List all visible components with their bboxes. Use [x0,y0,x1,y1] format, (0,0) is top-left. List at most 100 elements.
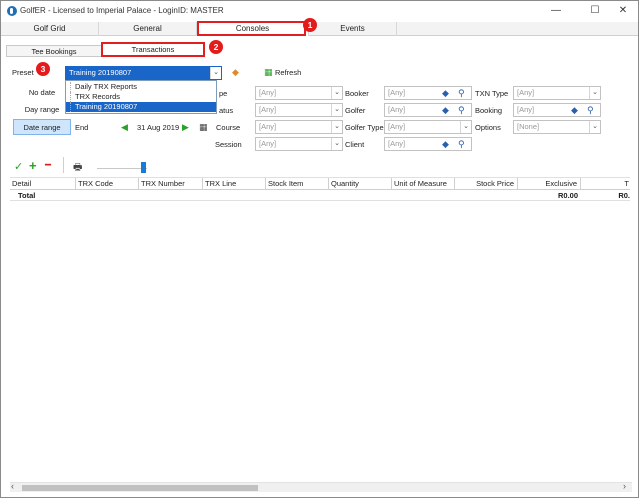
table-row[interactable]: Total R0.00 R0. [10,190,630,201]
search-icon[interactable]: ⚲ [587,104,594,116]
preset-select[interactable]: Training 20190807 ⌄ [65,66,222,80]
check-icon[interactable]: ✓ [14,160,23,173]
preset-select-value: Training 20190807 [69,68,132,77]
consoles-highlight [197,21,306,36]
column-header[interactable]: Quantity [329,178,392,190]
chevron-down-icon[interactable]: ⌄ [210,67,221,79]
eraser-icon[interactable]: ◆ [571,104,578,116]
booker-label: Booker [345,89,369,98]
refresh-button[interactable]: Refresh [275,68,301,77]
golfer-value: [Any] [388,105,406,114]
chevron-down-icon[interactable]: ⌄ [331,104,342,116]
arrow-left-icon[interactable]: ◀ [121,121,128,133]
app-logo-icon [7,6,17,16]
search-icon[interactable]: ⚲ [458,104,465,116]
end-date-value[interactable]: 31 Aug 2019 [137,123,179,132]
tab-general[interactable]: General [99,22,197,36]
chevron-down-icon[interactable]: ⌄ [589,121,600,133]
print-icon[interactable]: 🖶 [73,160,82,177]
chevron-down-icon[interactable]: ⌄ [331,138,342,150]
step-badge-3: 3 [36,62,50,76]
scrollbar-thumb[interactable] [22,485,258,491]
tab-golf-grid[interactable]: Golf Grid [1,22,99,36]
date-range-button[interactable]: Date range [13,119,71,135]
toolbar-divider [63,157,64,173]
step-badge-2: 2 [209,40,223,54]
status-select-value: [Any] [259,105,277,114]
scroll-left-icon[interactable]: ‹ [11,481,14,491]
client-value: [Any] [388,139,406,148]
scroll-right-icon[interactable]: › [623,481,626,491]
column-header[interactable]: Unit of Measure [392,178,455,190]
main-tab-bar: Golf Grid General Consoles Events [1,22,638,36]
options-label: Options [475,123,501,132]
total-last-column: R0. [618,191,630,200]
options-select[interactable]: [None] ⌄ [513,120,601,134]
eraser-icon[interactable]: ◆ [442,87,449,99]
preset-dropdown-list: Daily TRX Reports TRX Records Training 2… [65,80,217,114]
booker-value: [Any] [388,88,406,97]
chevron-down-icon[interactable]: ⌄ [331,121,342,133]
column-header[interactable]: T [581,178,630,190]
golfer-type-label: Golfer Type [345,123,384,132]
window-title: GolfER - Licensed to Imperial Palace - L… [20,6,224,15]
calendar-icon[interactable]: ▦ [199,121,208,133]
eraser-icon[interactable]: ◆ [442,104,449,116]
eraser-icon[interactable]: ◆ [442,138,449,150]
golfer-type-value: [Any] [388,122,406,131]
total-label: Total [18,191,36,200]
column-header[interactable]: TRX Line [203,178,266,190]
close-button[interactable]: ✕ [611,4,635,18]
preset-option-training[interactable]: Training 20190807 [66,102,216,112]
course-select[interactable]: [Any] ⌄ [255,120,343,134]
tab-events[interactable]: Events [309,22,397,36]
refresh-icon[interactable]: ▦ [264,66,273,78]
day-range-button[interactable]: Day range [13,102,71,118]
subtab-tee-bookings[interactable]: Tee Bookings [6,45,102,57]
type-select[interactable]: [Any] ⌄ [255,86,343,100]
column-header[interactable]: Exclusive [518,178,581,190]
column-header[interactable]: Stock Price [455,178,518,190]
search-icon[interactable]: ⚲ [458,87,465,99]
course-select-value: [Any] [259,122,277,131]
column-header[interactable]: TRX Number [139,178,203,190]
column-header[interactable]: TRX Code [76,178,139,190]
client-label: Client [345,140,365,149]
search-icon[interactable]: ⚲ [458,138,465,150]
preset-option-daily-trx[interactable]: Daily TRX Reports [66,82,216,92]
course-label: Course [216,123,241,132]
chevron-down-icon[interactable]: ⌄ [331,87,342,99]
minimize-button[interactable]: — [544,4,568,18]
txn-type-select[interactable]: [Any] ⌄ [513,86,601,100]
zoom-slider-thumb[interactable] [141,162,146,173]
grid-header: Detail TRX Code TRX Number TRX Line Stoc… [10,178,630,190]
session-select[interactable]: [Any] ⌄ [255,137,343,151]
golfer-label: Golfer [345,106,366,115]
status-select[interactable]: [Any] ⌄ [255,103,343,117]
no-date-button[interactable]: No date [13,85,71,101]
maximize-button[interactable]: ☐ [583,4,607,18]
zoom-slider-track[interactable] [97,168,147,169]
column-header[interactable]: Stock Item [266,178,329,190]
column-header[interactable]: Detail [10,178,76,190]
golfer-type-select[interactable]: [Any] ⌄ [384,120,472,134]
arrow-right-icon[interactable]: ▶ [182,121,189,133]
transactions-highlight [101,42,205,57]
status-label: atus [219,106,234,115]
add-icon[interactable]: + [29,158,37,173]
horizontal-scrollbar[interactable]: ‹ › [10,481,632,492]
preset-label: Preset [12,68,34,77]
chevron-down-icon[interactable]: ⌄ [589,87,600,99]
booking-value: [Any] [517,105,535,114]
booking-label: Booking [475,106,503,115]
txn-type-label: TXN Type [475,89,509,98]
preset-option-trx-records[interactable]: TRX Records [66,92,216,102]
title-bar: GolfER - Licensed to Imperial Palace - L… [1,1,638,22]
chevron-down-icon[interactable]: ⌄ [460,121,471,133]
session-label: Session [215,140,242,149]
total-exclusive: R0.00 [557,191,578,200]
clear-preset-icon[interactable]: ◆ [232,66,239,78]
end-label: End [75,123,89,132]
remove-icon[interactable]: ━ [45,160,51,171]
options-value: [None] [517,122,540,131]
